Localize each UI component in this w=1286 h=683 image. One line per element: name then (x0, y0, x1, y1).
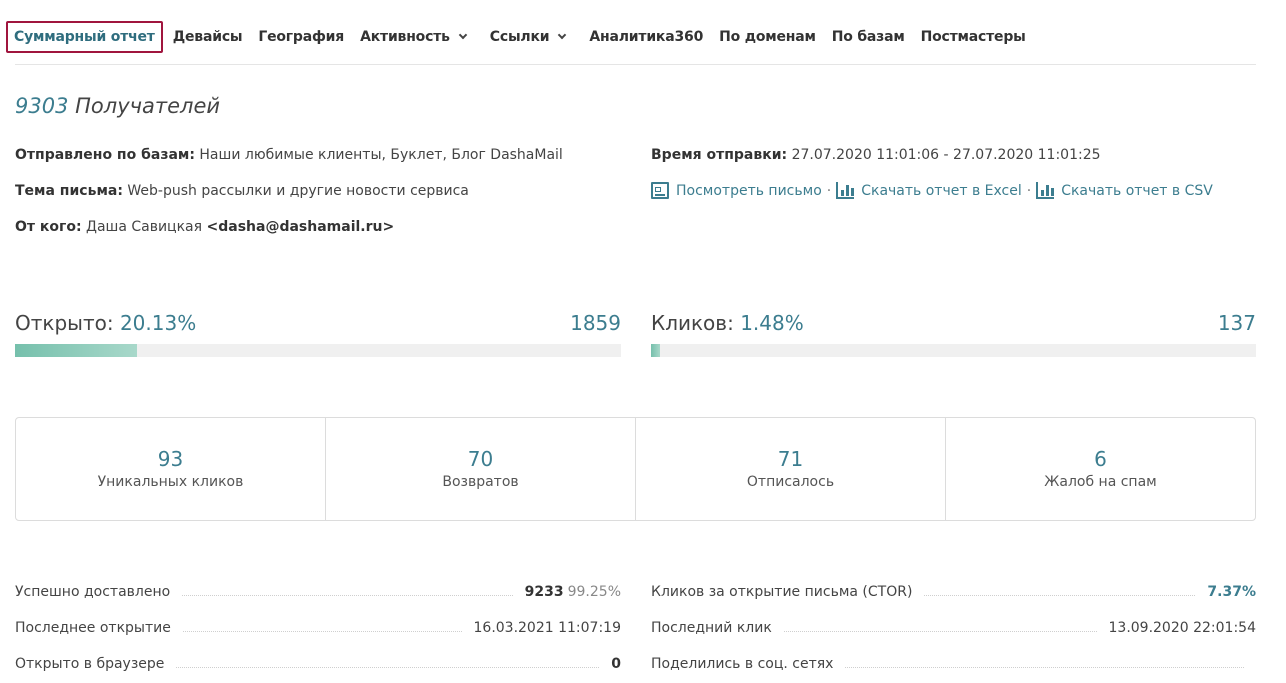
tab-summary-report[interactable]: Суммарный отчет (6, 21, 163, 53)
leader-dots (182, 620, 462, 632)
send-time-label: Время отправки: (651, 147, 788, 163)
row-opened-in-browser: Открыто в браузере 0 (15, 656, 621, 676)
opened-label: Открыто: (15, 311, 114, 335)
row-value: 7.37% (1207, 584, 1256, 600)
stat-value: 71 (777, 447, 804, 471)
tab-activity[interactable]: Активность (360, 29, 474, 45)
row-last-click: Последний клик 13.09.2020 22:01:54 (651, 620, 1256, 640)
opened-metric: Открыто: 20.13% (15, 311, 196, 335)
tab-by-domains[interactable]: По доменам (719, 29, 816, 45)
clicks-percent: 1.48% (740, 311, 804, 335)
subject-label: Тема письма: (15, 183, 123, 199)
recipients-label: Получателей (75, 94, 221, 118)
opened-progress-fill (15, 344, 137, 357)
leader-dots (845, 656, 1244, 668)
from-name: Даша Савицкая (86, 219, 203, 235)
separator-dot: · (1026, 182, 1032, 199)
leader-dots (783, 620, 1097, 632)
download-csv-link[interactable]: Скачать отчет в CSV (1061, 183, 1213, 199)
report-tabs: Суммарный отчет Девайсы География Активн… (6, 20, 1042, 54)
browser-opens-count: 0 (611, 656, 621, 672)
delivered-percent: 99.25% (567, 584, 621, 600)
row-value: 13.09.2020 22:01:54 (1108, 620, 1257, 636)
tab-geography[interactable]: География (258, 29, 344, 45)
report-actions: Посмотреть письмо · Скачать отчет в Exce… (651, 182, 1213, 199)
separator-dot: · (826, 182, 832, 199)
opened-progress-bar (15, 344, 621, 357)
chart-icon (836, 182, 855, 199)
stat-label: Возвратов (442, 474, 519, 490)
recipients-count: 9303 (15, 94, 69, 118)
row-value: 16.03.2021 11:07:19 (473, 620, 622, 636)
tab-postmasters[interactable]: Постмастеры (921, 29, 1026, 45)
stat-value: 6 (1094, 447, 1107, 471)
tab-links-label: Ссылки (489, 29, 550, 45)
stat-returns: 70 Возвратов (326, 418, 636, 520)
sent-bases-value: Наши любимые клиенты, Буклет, Блог Dasha… (199, 147, 563, 163)
view-letter-link[interactable]: Посмотреть письмо (676, 183, 822, 199)
stat-value: 93 (157, 447, 184, 471)
leader-dots (924, 584, 1196, 596)
chevron-down-icon (458, 30, 468, 40)
clicks-label: Кликов: (651, 311, 734, 335)
tab-activity-label: Активность (360, 29, 450, 45)
leader-dots (182, 584, 513, 596)
page-title: 9303 Получателей (15, 94, 220, 118)
opened-percent: 20.13% (119, 311, 197, 335)
tab-analytics360[interactable]: Аналитика360 (589, 29, 703, 45)
tab-links[interactable]: Ссылки (490, 29, 574, 45)
nav-divider (15, 64, 1256, 65)
send-time-info: Время отправки: 27.07.2020 11:01:06 - 27… (651, 147, 1101, 163)
stat-unsubscribed: 71 Отписалось (636, 418, 946, 520)
from-info: От кого: Даша Савицкая <dasha@dashamail.… (15, 219, 394, 235)
subject-value: Web-push рассылки и другие новости серви… (127, 183, 469, 199)
clicks-metric: Кликов: 1.48% (651, 311, 804, 335)
clicks-progress-fill (651, 344, 660, 357)
row-last-open: Последнее открытие 16.03.2021 11:07:19 (15, 620, 621, 640)
from-label: От кого: (15, 219, 82, 235)
opened-count: 1859 (570, 311, 621, 335)
stat-label: Жалоб на спам (1044, 474, 1157, 490)
row-label: Последний клик (651, 620, 772, 636)
clicks-count: 137 (1217, 311, 1256, 335)
from-email: <dasha@dashamail.ru> (206, 219, 395, 235)
stat-spam-complaints: 6 Жалоб на спам (946, 418, 1255, 520)
row-label: Поделились в соц. сетях (651, 656, 834, 672)
row-ctor: Кликов за открытие письма (CTOR) 7.37% (651, 584, 1256, 604)
tab-by-bases[interactable]: По базам (832, 29, 905, 45)
row-delivered: Успешно доставлено 9233 99.25% (15, 584, 621, 604)
stat-value: 70 (467, 447, 494, 471)
download-excel-link[interactable]: Скачать отчет в Excel (861, 183, 1022, 199)
letter-icon (651, 182, 669, 199)
tab-devices[interactable]: Девайсы (173, 29, 243, 45)
row-label: Открыто в браузере (15, 656, 165, 672)
stats-panel: 93 Уникальных кликов 70 Возвратов 71 Отп… (15, 417, 1256, 521)
subject-info: Тема письма: Web-push рассылки и другие … (15, 183, 469, 199)
leader-dots (176, 656, 600, 668)
row-label: Кликов за открытие письма (CTOR) (651, 584, 913, 600)
row-label: Успешно доставлено (15, 584, 171, 600)
row-value: 0 (611, 656, 621, 672)
sent-bases-info: Отправлено по базам: Наши любимые клиент… (15, 147, 563, 163)
stat-unique-clicks: 93 Уникальных кликов (16, 418, 326, 520)
sent-bases-label: Отправлено по базам: (15, 147, 195, 163)
stat-label: Уникальных кликов (97, 474, 244, 490)
chevron-down-icon (558, 30, 567, 40)
delivered-count: 9233 (524, 584, 564, 600)
clicks-progress-bar (651, 344, 1256, 357)
chart-icon (1036, 182, 1055, 199)
row-value: 9233 99.25% (525, 584, 621, 600)
send-time-value: 27.07.2020 11:01:06 - 27.07.2020 11:01:2… (791, 147, 1101, 163)
row-label: Последнее открытие (15, 620, 171, 636)
row-social-shares: Поделились в соц. сетях (651, 656, 1256, 676)
stat-label: Отписалось (746, 474, 835, 490)
